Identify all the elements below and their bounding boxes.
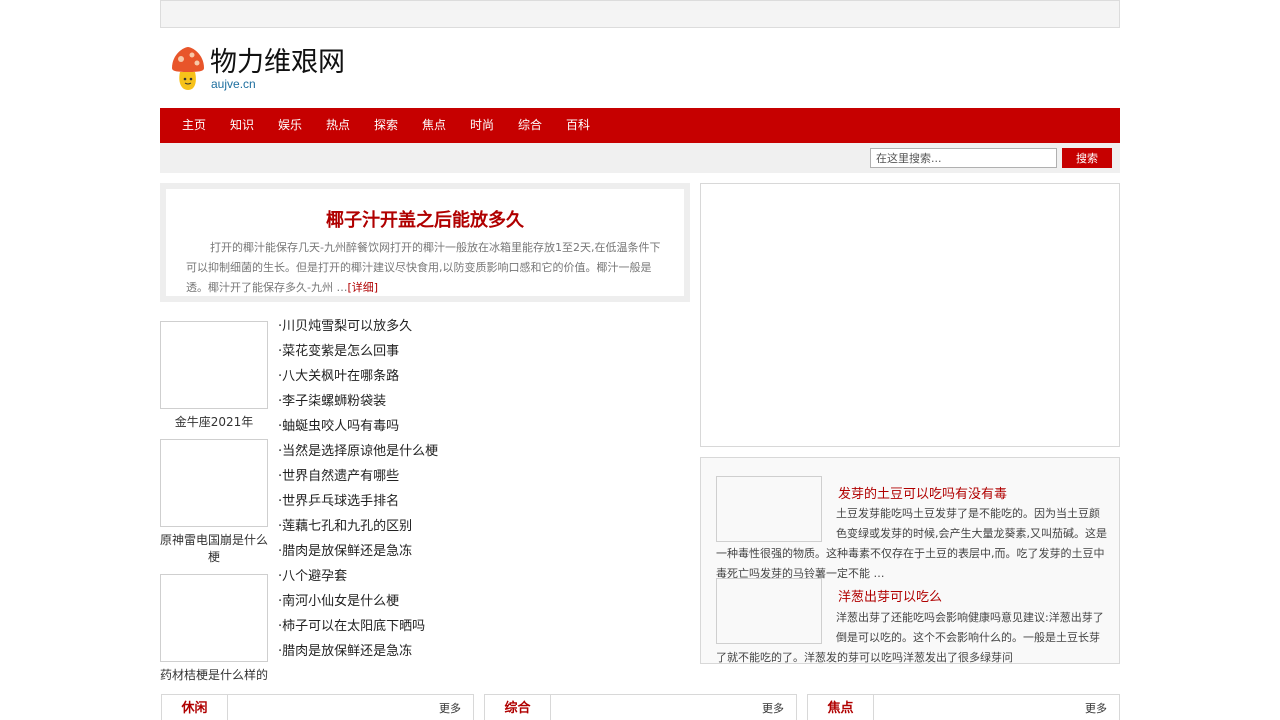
nav-item-explore[interactable]: 探索 xyxy=(374,108,398,143)
search-bar: 搜索 xyxy=(160,143,1120,173)
search-button[interactable]: 搜索 xyxy=(1062,148,1112,168)
thumbnail-caption[interactable]: 金牛座2021年 xyxy=(160,414,268,431)
featured-title[interactable]: 椰子汁开盖之后能放多久 xyxy=(166,206,684,232)
main-nav: 主页 知识 娱乐 热点 探索 焦点 时尚 综合 百科 xyxy=(160,108,1120,143)
ad-placeholder xyxy=(700,183,1120,447)
article-title-list: ·川贝炖雪梨可以放多久 ·菜花变紫是怎么回事 ·八大关枫叶在哪条路 ·李子柒螺蛳… xyxy=(278,317,578,667)
thumbnail-card[interactable]: 原神雷电国崩是什么梗 xyxy=(160,439,268,566)
featured-article-inner: 椰子汁开盖之后能放多久 打开的椰汁能保存几天-九州醉餐饮网打开的椰汁一般放在冰箱… xyxy=(166,189,684,296)
section-more-link[interactable]: 更多 xyxy=(762,695,784,720)
section-general: 综合 更多 xyxy=(484,694,797,720)
side-article-title[interactable]: 发芽的土豆可以吃吗有没有毒 xyxy=(838,483,1007,502)
nav-item-encyclopedia[interactable]: 百科 xyxy=(566,108,590,143)
section-leisure: 休闲 更多 xyxy=(161,694,474,720)
list-item[interactable]: ·菜花变紫是怎么回事 xyxy=(278,342,578,367)
section-title[interactable]: 休闲 xyxy=(162,695,228,720)
thumbnail-image[interactable] xyxy=(160,321,268,409)
nav-item-knowledge[interactable]: 知识 xyxy=(230,108,254,143)
section-more-link[interactable]: 更多 xyxy=(1085,695,1107,720)
list-item[interactable]: ·世界自然遗产有哪些 xyxy=(278,467,578,492)
side-article-text-block: 洋葱出芽了还能吃吗会影响健康吗意见建议:洋葱出芽了倒是可以吃的。这个不会影响什么… xyxy=(716,608,1108,663)
list-item[interactable]: ·川贝炖雪梨可以放多久 xyxy=(278,317,578,342)
thumbnail-card[interactable]: 金牛座2021年 xyxy=(160,321,268,431)
side-article-panel: 发芽的土豆可以吃吗有没有毒 土豆发芽能吃吗土豆发芽了是不能吃的。因为当土豆颜色变… xyxy=(700,457,1120,664)
mushroom-icon[interactable] xyxy=(170,46,206,92)
list-item[interactable]: ·柿子可以在太阳底下晒吗 xyxy=(278,617,578,642)
nav-item-home[interactable]: 主页 xyxy=(182,108,206,143)
featured-summary: 打开的椰汁能保存几天-九州醉餐饮网打开的椰汁一般放在冰箱里能存放1至2天,在低温… xyxy=(186,238,664,298)
section-title[interactable]: 焦点 xyxy=(808,695,874,720)
list-item[interactable]: ·南河小仙女是什么梗 xyxy=(278,592,578,617)
site-header: 物力维艰网 aujve.cn xyxy=(160,28,1120,108)
thumbnail-caption[interactable]: 药材桔梗是什么样的 xyxy=(160,667,268,684)
detail-link[interactable]: [详细] xyxy=(347,281,378,294)
list-item[interactable]: ·蚰蜒虫咬人吗有毒吗 xyxy=(278,417,578,442)
thumbnail-image[interactable] xyxy=(160,574,268,662)
thumbnail-card[interactable]: 药材桔梗是什么样的 xyxy=(160,574,268,684)
side-article-title[interactable]: 洋葱出芽可以吃么 xyxy=(838,586,942,605)
nav-item-hot[interactable]: 热点 xyxy=(326,108,350,143)
section-title[interactable]: 综合 xyxy=(485,695,551,720)
list-item[interactable]: ·世界乒乓球选手排名 xyxy=(278,492,578,517)
list-item[interactable]: ·八大关枫叶在哪条路 xyxy=(278,367,578,392)
list-item[interactable]: ·当然是选择原谅他是什么梗 xyxy=(278,442,578,467)
site-title[interactable]: 物力维艰网 xyxy=(210,40,345,79)
nav-item-fashion[interactable]: 时尚 xyxy=(470,108,494,143)
list-item[interactable]: ·八个避孕套 xyxy=(278,567,578,592)
search-input[interactable] xyxy=(870,148,1057,168)
thumbnail-image[interactable] xyxy=(160,439,268,527)
section-focus: 焦点 更多 xyxy=(807,694,1120,720)
list-item[interactable]: ·腊肉是放保鲜还是急冻 xyxy=(278,542,578,567)
side-article-text-block: 土豆发芽能吃吗土豆发芽了是不能吃的。因为当土豆颜色变绿或发芽的时候,会产生大量龙… xyxy=(716,504,1108,584)
site-domain[interactable]: aujve.cn xyxy=(211,77,256,91)
top-bar xyxy=(160,0,1120,28)
featured-summary-text: 打开的椰汁能保存几天-九州醉餐饮网打开的椰汁一般放在冰箱里能存放1至2天,在低温… xyxy=(186,241,661,294)
section-more-link[interactable]: 更多 xyxy=(439,695,461,720)
nav-item-general[interactable]: 综合 xyxy=(518,108,542,143)
nav-item-focus[interactable]: 焦点 xyxy=(422,108,446,143)
list-item[interactable]: ·腊肉是放保鲜还是急冻 xyxy=(278,642,578,667)
list-item[interactable]: ·李子柒螺蛳粉袋装 xyxy=(278,392,578,417)
list-item[interactable]: ·莲藕七孔和九孔的区别 xyxy=(278,517,578,542)
thumbnail-caption[interactable]: 原神雷电国崩是什么梗 xyxy=(160,532,268,566)
nav-item-entertainment[interactable]: 娱乐 xyxy=(278,108,302,143)
featured-article: 椰子汁开盖之后能放多久 打开的椰汁能保存几天-九州醉餐饮网打开的椰汁一般放在冰箱… xyxy=(160,183,690,302)
